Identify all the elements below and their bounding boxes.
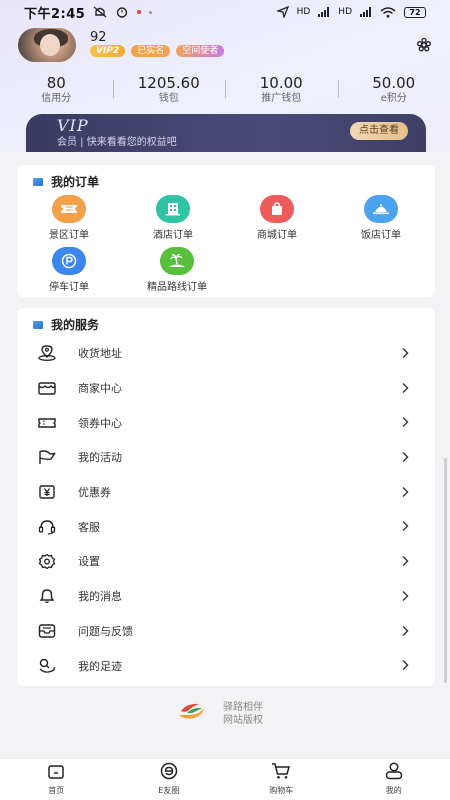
orders-card: 我的订单 景区订单 酒店订单 商城订单 饭店订单 停车订单 精品路线订单 (17, 165, 435, 297)
chevron-right-icon (402, 590, 409, 601)
avatar[interactable] (18, 28, 76, 62)
cart-icon (272, 763, 291, 779)
shopping-bag-icon (260, 195, 294, 223)
scrollbar[interactable] (444, 458, 447, 683)
footprint-icon (35, 657, 59, 675)
username: 92 (90, 30, 107, 45)
tab-cart[interactable]: 购物车 (225, 759, 338, 800)
chevron-right-icon (402, 348, 409, 358)
brand-logo-icon (179, 703, 204, 719)
palm-island-icon (160, 247, 194, 275)
flag-icon (35, 448, 59, 466)
order-restaurant[interactable]: 饭店订单 (329, 195, 433, 241)
vip-subtitle: 会员 | 快来看看您的权益吧 (57, 137, 177, 148)
stat-credit-score[interactable]: 80 信用分 (0, 74, 113, 108)
e-circle-icon (160, 762, 177, 780)
footer-brand: 驿路相伴 网站版权 (175, 697, 295, 727)
food-dome-icon (364, 195, 398, 223)
orders-title: 我的订单 (51, 175, 100, 189)
wifi-icon (380, 6, 396, 18)
store-icon (35, 379, 59, 397)
footer-copyright: 网站版权 (223, 715, 263, 726)
service-address[interactable]: 收货地址 (17, 336, 435, 371)
order-parking[interactable]: 停车订单 (17, 247, 121, 293)
chevron-right-icon (402, 521, 409, 532)
service-customer-support[interactable]: 客服 (17, 509, 435, 544)
signal-label-2: HD (338, 7, 352, 17)
home-icon (48, 765, 64, 779)
chevron-right-icon (402, 452, 409, 463)
signal-bars-icon (318, 7, 330, 17)
stat-e-points[interactable]: 50.00 e积分 (337, 74, 450, 108)
tab-e-circle[interactable]: E友圈 (113, 759, 226, 800)
space-ambassador-badge: 空间使者 (176, 45, 225, 57)
yen-coupon-icon (35, 483, 59, 501)
location-arrow-icon (276, 6, 289, 18)
chevron-right-icon (402, 556, 409, 567)
vip-level-badge: VIP2 (90, 45, 126, 57)
stat-wallet[interactable]: 1205.60 钱包 (112, 74, 226, 108)
tab-mine[interactable]: 我的 (338, 759, 450, 800)
hotel-icon (156, 195, 190, 223)
feedback-icon (35, 622, 59, 640)
service-my-activities[interactable]: 我的活动 (17, 440, 435, 475)
order-scenic[interactable]: 景区订单 (17, 195, 121, 241)
bell-icon (35, 587, 59, 605)
chevron-right-icon (402, 660, 409, 671)
parking-icon (52, 247, 86, 275)
badge-row: VIP2 已实名 空间使者 (90, 45, 225, 57)
headset-icon (35, 518, 59, 536)
notification-dot-icon (137, 10, 142, 14)
coupon-ticket-icon (35, 414, 59, 432)
chevron-right-icon (402, 625, 409, 636)
signal-label-1: HD (296, 7, 311, 17)
mute-bell-icon (93, 6, 107, 18)
service-coupon-center[interactable]: 领券中心 (17, 405, 435, 440)
service-messages[interactable]: 我的消息 (17, 579, 435, 614)
location-pin-icon (35, 344, 59, 362)
vip-banner[interactable]: VIP 会员 | 快来看看您的权益吧 点击查看 (26, 114, 426, 152)
bottom-tab-bar: 首页 E友圈 购物车 我的 (0, 758, 450, 800)
service-merchant-center[interactable]: 商家中心 (17, 371, 435, 406)
signal-bars-icon-2 (360, 7, 371, 17)
profile-icon (385, 762, 402, 780)
order-mall[interactable]: 商城订单 (225, 195, 329, 241)
section-marker-icon (33, 320, 43, 329)
ticket-icon (52, 195, 86, 223)
tab-home[interactable]: 首页 (0, 759, 113, 800)
vip-view-button[interactable]: 点击查看 (350, 122, 408, 140)
services-list: 收货地址 商家中心 领券中心 我的活动 优惠券 客服 设置 我的消息 问题与反馈… (17, 336, 435, 683)
profile-section: 92 VIP2 已实名 空间使者 (18, 28, 438, 68)
gear-icon (35, 552, 59, 570)
chevron-right-icon (402, 417, 409, 428)
order-hotel[interactable]: 酒店订单 (121, 195, 225, 241)
service-footprints[interactable]: 我的足迹 (17, 648, 435, 683)
chevron-right-icon (402, 382, 409, 393)
services-card: 我的服务 收货地址 商家中心 领券中心 我的活动 优惠券 客服 设置 我的消息 … (17, 308, 435, 686)
orders-header: 我的订单 (33, 173, 99, 190)
status-bar: 下午2:45 HD HD 72 (0, 0, 450, 24)
section-marker-icon (33, 177, 43, 186)
order-premium-route[interactable]: 精品路线订单 (121, 247, 233, 293)
status-time: 下午2:45 (24, 6, 86, 22)
services-header: 我的服务 (33, 316, 99, 333)
service-settings[interactable]: 设置 (17, 544, 435, 579)
service-feedback[interactable]: 问题与反馈 (17, 614, 435, 649)
verified-badge: 已实名 (131, 45, 171, 57)
alarm-icon (117, 7, 128, 18)
service-coupons[interactable]: 优惠券 (17, 475, 435, 510)
chevron-right-icon (402, 486, 409, 497)
services-title: 我的服务 (51, 318, 100, 332)
account-stats: 80 信用分 1205.60 钱包 10.00 推广钱包 50.00 e积分 (0, 74, 450, 108)
settings-flower-icon[interactable] (416, 37, 432, 53)
more-dot-icon (149, 10, 153, 14)
battery-icon: 72 (404, 6, 426, 18)
stat-promo-wallet[interactable]: 10.00 推广钱包 (225, 74, 338, 108)
